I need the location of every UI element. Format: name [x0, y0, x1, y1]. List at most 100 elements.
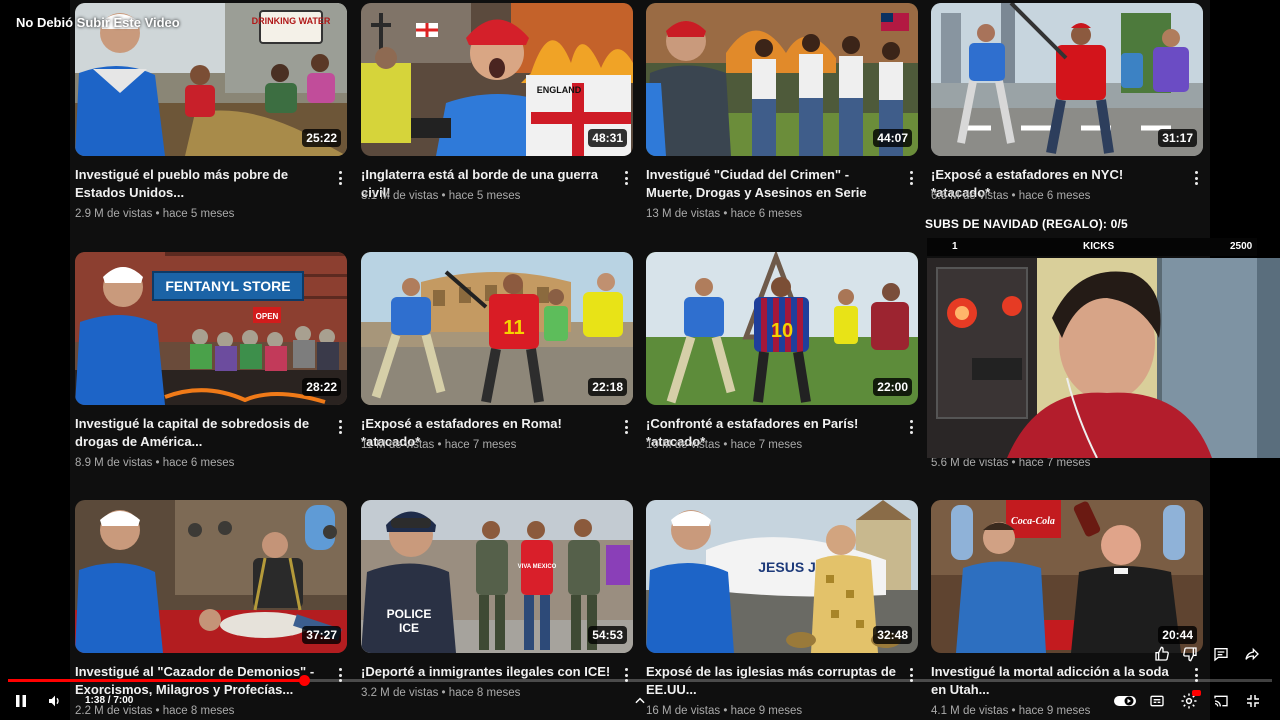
progress-played	[8, 679, 304, 682]
video-meta: 16 M de vistas • hace 9 meses	[646, 705, 803, 717]
chevron-up-icon[interactable]	[628, 689, 652, 713]
view-count: 5.6 M de vistas	[931, 457, 1009, 469]
view-count: 13 M de vistas	[646, 208, 721, 220]
video-meta: 10 M de vistas • hace 7 meses	[646, 439, 803, 451]
more-vert-icon[interactable]	[621, 418, 631, 436]
video-meta: 2.9 M de vistas • hace 5 meses	[75, 208, 235, 220]
subs-goal-label: SUBS DE NAVIDAD (REGALO): 0/5	[925, 217, 1128, 231]
ice-vest-text: ICE	[399, 621, 419, 635]
upload-age: hace 5 meses	[162, 208, 235, 220]
video-meta: 11 M de vistas • hace 7 meses	[361, 439, 517, 451]
view-count: 3.2 M de vistas	[361, 687, 439, 699]
upload-age: hace 8 meses	[162, 705, 235, 717]
video-meta: 3.2 M de vistas • hace 8 meses	[361, 687, 521, 699]
video-duration: 54:53	[588, 626, 627, 644]
more-vert-icon[interactable]	[621, 169, 631, 187]
view-count: 10 M de vistas	[646, 439, 721, 451]
upload-age: hace 8 meses	[448, 687, 521, 699]
view-count: 16 M de vistas	[646, 705, 721, 717]
more-vert-icon[interactable]	[1191, 169, 1201, 187]
subtitles-icon[interactable]	[1145, 689, 1169, 713]
upload-age: hace 9 meses	[1018, 705, 1091, 717]
video-duration: 28:22	[302, 378, 341, 396]
view-count: 8.9 M de vistas	[75, 457, 153, 469]
more-vert-icon[interactable]	[335, 418, 345, 436]
goal-bar-left-value: 1	[952, 241, 958, 252]
exit-fullscreen-icon[interactable]	[1241, 689, 1265, 713]
video-meta: 2.2 M de vistas • hace 8 meses	[75, 705, 235, 717]
comment-icon[interactable]	[1211, 644, 1231, 664]
settings-hd-badge	[1192, 690, 1201, 696]
video-thumbnail[interactable]: 37:27	[75, 500, 347, 653]
video-duration: 37:27	[302, 626, 341, 644]
viva-mexico-shirt-text: VIVA MEXICO	[518, 564, 557, 570]
drinking-water-sign-text: DRINKING WATER	[252, 16, 331, 26]
video-duration: 31:17	[1158, 129, 1197, 147]
view-count: 2.2 M de vistas	[75, 705, 153, 717]
player-video-title: No Debió Subir Este Video	[16, 15, 180, 30]
police-vest-text: POLICE	[387, 607, 432, 621]
open-sign-text: OPEN	[256, 312, 279, 321]
more-vert-icon[interactable]	[335, 169, 345, 187]
video-meta: 4.1 M de vistas • hace 9 meses	[931, 705, 1091, 717]
video-duration: 32:48	[873, 626, 912, 644]
video-meta: 8.9 M de vistas • hace 6 meses	[75, 457, 235, 469]
video-thumbnail[interactable]: 31:17	[931, 3, 1203, 156]
video-thumbnail[interactable]: 44:07	[646, 3, 918, 156]
upload-age: hace 9 meses	[730, 705, 803, 717]
more-vert-icon[interactable]	[906, 418, 916, 436]
video-thumbnail[interactable]: Coca-Cola 20:44	[931, 500, 1203, 653]
view-count: 6.6 M de vistas	[931, 190, 1009, 202]
pause-icon[interactable]	[9, 689, 33, 713]
like-icon[interactable]	[1152, 644, 1172, 664]
video-duration: 48:31	[588, 129, 627, 147]
video-thumbnail[interactable]: 10 22:00	[646, 252, 918, 405]
video-duration: 44:07	[873, 129, 912, 147]
upload-age: hace 6 meses	[1018, 190, 1091, 202]
video-thumbnail[interactable]: FENTANYL STORE OPEN 28:22	[75, 252, 347, 405]
coca-cola-sign-text: Coca-Cola	[1011, 516, 1055, 527]
upload-age: hace 6 meses	[730, 208, 803, 220]
video-meta: 3.1 M de vistas • hace 5 meses	[361, 190, 521, 202]
video-duration: 20:44	[1158, 626, 1197, 644]
view-count: 3.1 M de vistas	[361, 190, 439, 202]
jersey-number-text: 11	[503, 317, 524, 339]
volume-icon[interactable]	[43, 689, 67, 713]
video-duration: 22:18	[588, 378, 627, 396]
view-count: 2.9 M de vistas	[75, 208, 153, 220]
goal-bar-right-value: 2500	[1230, 241, 1253, 252]
video-title[interactable]: Investigué "Ciudad del Crimen" - Muerte,…	[646, 166, 896, 202]
video-thumbnail[interactable]: ENGLAND 48:31	[361, 3, 633, 156]
video-duration: 25:22	[302, 129, 341, 147]
kicks-goal-bar: 1 KICKS 2500	[927, 238, 1257, 256]
upload-age: hace 7 meses	[730, 439, 803, 451]
dislike-icon[interactable]	[1180, 644, 1200, 664]
progress-bar[interactable]	[8, 675, 1272, 686]
settings-icon[interactable]	[1177, 689, 1201, 713]
video-meta: 6.6 M de vistas • hace 6 meses	[931, 190, 1091, 202]
upload-age: hace 5 meses	[448, 190, 521, 202]
view-count: 4.1 M de vistas	[931, 705, 1009, 717]
autoplay-toggle-icon[interactable]	[1113, 689, 1137, 713]
progress-scrubber[interactable]	[298, 675, 310, 686]
video-thumbnail[interactable]: 11 22:18	[361, 252, 633, 405]
video-title[interactable]: Investigué la capital de sobredosis de d…	[75, 415, 325, 451]
video-thumbnail[interactable]: JESUS JET 32:48	[646, 500, 918, 653]
england-shirt-text: ENGLAND	[537, 85, 582, 95]
cast-icon[interactable]	[1209, 689, 1233, 713]
fentanyl-store-sign-text: FENTANYL STORE	[165, 278, 290, 294]
more-vert-icon[interactable]	[906, 169, 916, 187]
upload-age: hace 7 meses	[444, 439, 517, 451]
jersey-number-text: 10	[771, 320, 793, 342]
video-meta: 13 M de vistas • hace 6 meses	[646, 208, 803, 220]
upload-age: hace 6 meses	[162, 457, 235, 469]
playback-time: 1:38 / 7:00	[85, 695, 134, 706]
video-thumbnail[interactable]: POLICE ICE VIVA MEXICO 54:53	[361, 500, 633, 653]
share-icon[interactable]	[1242, 644, 1262, 664]
video-meta: 5.6 M de vistas • hace 7 meses	[931, 457, 1091, 469]
upload-age: hace 7 meses	[1018, 457, 1091, 469]
video-duration: 22:00	[873, 378, 912, 396]
video-title[interactable]: Investigué el pueblo más pobre de Estado…	[75, 166, 325, 202]
view-count: 11 M de vistas	[361, 439, 435, 451]
webcam-overlay	[927, 258, 1280, 458]
